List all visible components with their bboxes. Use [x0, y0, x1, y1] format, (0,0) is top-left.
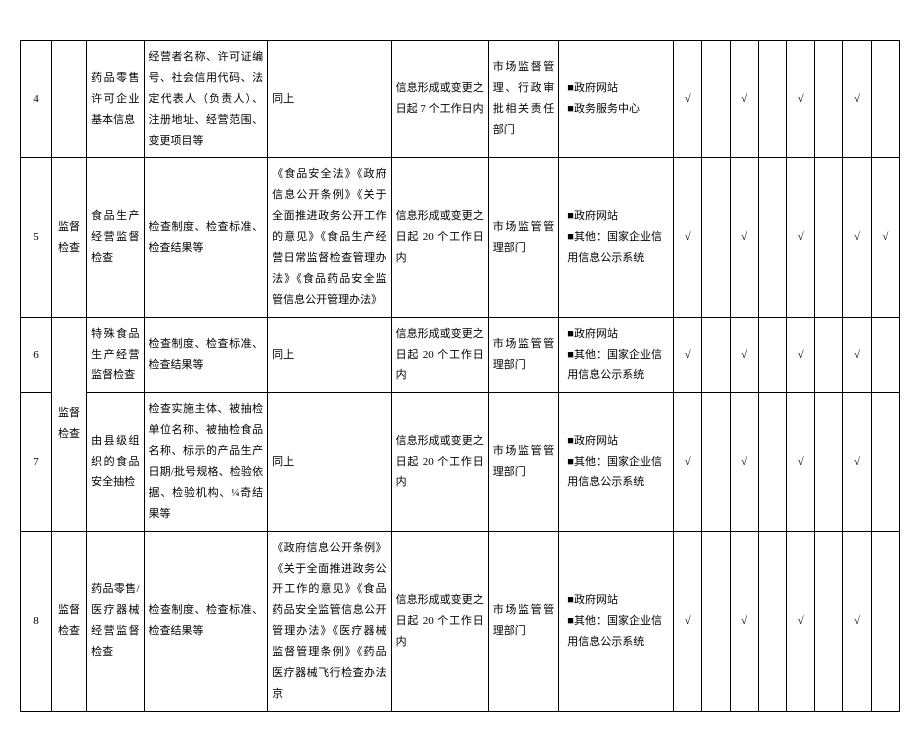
chk: √ [843, 531, 871, 711]
item: 特殊食品生产经营监督检查 [87, 317, 144, 393]
time: 信息形成或变更之日起 7 个工作日内 [391, 41, 488, 158]
channel: ■政府网站■其他：国家企业信用信息公示系统 [559, 158, 674, 317]
category: 监督检查 [51, 317, 86, 531]
chk: √ [730, 393, 758, 531]
chk [702, 41, 730, 158]
chk: √ [786, 531, 814, 711]
content: 检查实施主体、被抽检单位名称、被抽检食品名称、标示的产品生产日期/批号规格、检验… [144, 393, 268, 531]
chk: √ [843, 393, 871, 531]
channel: ■政府网站■其他：国家企业信用信息公示系统 [559, 393, 674, 531]
time: 信息形成或变更之日起 20 个工作日内 [391, 158, 488, 317]
idx: 7 [21, 393, 52, 531]
chk: √ [674, 531, 702, 711]
chk [758, 531, 786, 711]
chk: √ [730, 317, 758, 393]
item: 由县级组织的食品安全抽检 [87, 393, 144, 531]
chk: √ [674, 158, 702, 317]
chk [871, 393, 899, 531]
chk [815, 317, 843, 393]
basis: 同上 [268, 317, 392, 393]
time: 信息形成或变更之日起 20 个工作日内 [391, 317, 488, 393]
time: 信息形成或变更之日起 20 个工作日内 [391, 531, 488, 711]
chk [702, 158, 730, 317]
chk [702, 531, 730, 711]
chk [871, 317, 899, 393]
chk: √ [843, 41, 871, 158]
chk [758, 317, 786, 393]
basis: 《政府信息公开条例》《关于全面推进政务公开工作的意见》《食品药品安全监管信息公开… [268, 531, 392, 711]
chk [815, 393, 843, 531]
channel: ■政府网站■其他：国家企业信用信息公示系统 [559, 531, 674, 711]
chk [815, 158, 843, 317]
idx: 4 [21, 41, 52, 158]
subject: 市场监督管理、行政审批相关责任部门 [488, 41, 559, 158]
item: 食品生产经营监督检查 [87, 158, 144, 317]
category: 监督检查 [51, 158, 86, 317]
content: 检查制度、检查标准、检查结果等 [144, 317, 268, 393]
category [51, 41, 86, 158]
time: 信息形成或变更之日起 20 个工作日内 [391, 393, 488, 531]
chk: √ [843, 158, 871, 317]
chk: √ [871, 158, 899, 317]
item: 药品零售/医疗器械经营监督检查 [87, 531, 144, 711]
channel: ■政府网站■政务服务中心 [559, 41, 674, 158]
subject: 市场监管管理部门 [488, 393, 559, 531]
basis: 同上 [268, 41, 392, 158]
chk: √ [674, 393, 702, 531]
chk: √ [843, 317, 871, 393]
chk: √ [786, 158, 814, 317]
subject: 市场监管管理部门 [488, 158, 559, 317]
chk [815, 41, 843, 158]
idx: 8 [21, 531, 52, 711]
idx: 6 [21, 317, 52, 393]
table-row: 4 药品零售许可企业基本信息 经营者名称、许可证编号、社会信用代码、法定代表人（… [21, 41, 900, 158]
item: 药品零售许可企业基本信息 [87, 41, 144, 158]
chk [871, 531, 899, 711]
chk: √ [786, 41, 814, 158]
category: 监督检查 [51, 531, 86, 711]
content: 检查制度、检查标准、检查结果等 [144, 158, 268, 317]
channel: ■政府网站■其他：国家企业信用信息公示系统 [559, 317, 674, 393]
content: 经营者名称、许可证编号、社会信用代码、法定代表人（负责人）、注册地址、经营范围、… [144, 41, 268, 158]
table-row: 5 监督检查 食品生产经营监督检查 检查制度、检查标准、检查结果等 《食品安全法… [21, 158, 900, 317]
idx: 5 [21, 158, 52, 317]
content: 检查制度、检查标准、检查结果等 [144, 531, 268, 711]
chk: √ [674, 41, 702, 158]
chk [702, 393, 730, 531]
chk [758, 158, 786, 317]
subject: 市场监管管理部门 [488, 531, 559, 711]
chk [871, 41, 899, 158]
table-row: 8 监督检查 药品零售/医疗器械经营监督检查 检查制度、检查标准、检查结果等 《… [21, 531, 900, 711]
chk: √ [730, 531, 758, 711]
chk [815, 531, 843, 711]
chk: √ [786, 393, 814, 531]
table-row: 7 由县级组织的食品安全抽检 检查实施主体、被抽检单位名称、被抽检食品名称、标示… [21, 393, 900, 531]
table-row: 6 监督检查 特殊食品生产经营监督检查 检查制度、检查标准、检查结果等 同上 信… [21, 317, 900, 393]
disclosure-table: 4 药品零售许可企业基本信息 经营者名称、许可证编号、社会信用代码、法定代表人（… [20, 40, 900, 712]
basis: 同上 [268, 393, 392, 531]
basis: 《食品安全法》《政府信息公开条例》《关于全面推进政务公开工作的意见》《食品生产经… [268, 158, 392, 317]
chk: √ [674, 317, 702, 393]
chk: √ [730, 41, 758, 158]
chk [702, 317, 730, 393]
subject: 市场监管管理部门 [488, 317, 559, 393]
chk [758, 41, 786, 158]
chk [758, 393, 786, 531]
chk: √ [786, 317, 814, 393]
chk: √ [730, 158, 758, 317]
